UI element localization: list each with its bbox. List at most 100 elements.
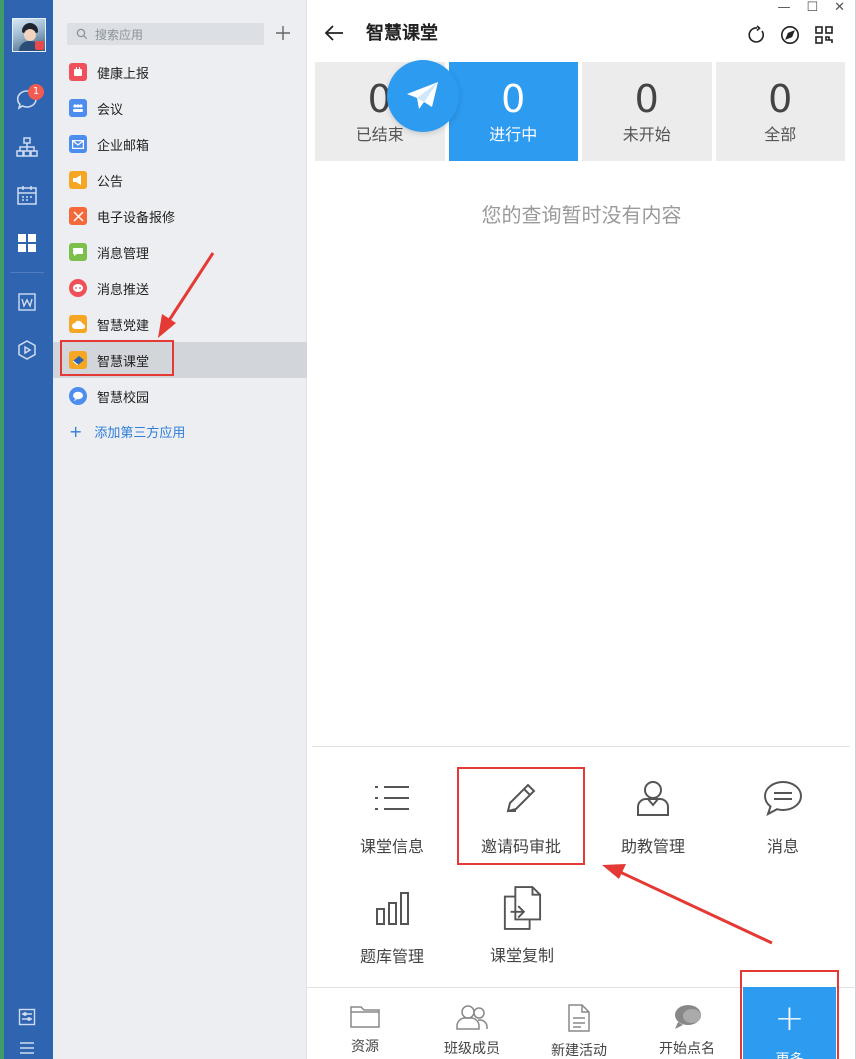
megaphone-icon [69, 171, 87, 189]
apps-grid-icon[interactable] [15, 231, 39, 255]
tab-new-activity[interactable]: 新建活动 [524, 988, 634, 1059]
assistant-management-button[interactable]: 助教管理 [588, 778, 718, 868]
person-icon [633, 778, 673, 818]
mail-icon [69, 135, 87, 153]
calendar-icon[interactable] [15, 183, 39, 207]
cloud-icon [69, 315, 87, 333]
classroom-copy-button[interactable]: 课堂复制 [457, 884, 587, 974]
maximize-icon[interactable]: ☐ [806, 0, 818, 15]
document-icon [568, 1004, 590, 1032]
in-progress-count: 0 [501, 76, 526, 121]
refresh-icon[interactable] [745, 24, 767, 46]
bubbles-icon [675, 1005, 701, 1029]
tab-label: 开始点名 [659, 1041, 715, 1057]
highlight-box-more [740, 970, 839, 1059]
function-label: 题库管理 [359, 947, 424, 966]
tab-all[interactable]: 0 全部 [715, 62, 845, 161]
chat-bubble-icon [763, 778, 803, 818]
all-label: 全部 [764, 124, 797, 144]
push-icon [69, 279, 87, 297]
list-icon [372, 778, 412, 818]
tab-label: 资源 [351, 1039, 379, 1055]
campus-icon [69, 387, 87, 405]
w-doc-icon[interactable] [15, 290, 39, 314]
header-actions [745, 24, 835, 46]
app-item-smart-campus[interactable]: 智慧校园 [53, 378, 307, 414]
message-icon [69, 243, 87, 261]
paper-plane-icon [407, 82, 438, 109]
highlight-box-smart-classroom [60, 340, 174, 376]
app-label: 公告 [97, 174, 124, 190]
close-icon[interactable]: ✕ [834, 0, 845, 15]
app-label: 电子设备报修 [97, 210, 176, 226]
search-input[interactable]: 搜索应用 [67, 23, 264, 45]
nav-rail: 1 [0, 0, 53, 1059]
plus-icon: + [69, 422, 83, 441]
function-label: 课堂复制 [489, 946, 554, 965]
app-item-device-repair[interactable]: 电子设备报修 [53, 198, 307, 234]
question-bank-button[interactable]: 题库管理 [327, 888, 457, 978]
health-report-icon [69, 63, 87, 81]
paper-plane-button[interactable] [387, 60, 459, 132]
app-item-meeting[interactable]: 会议 [53, 90, 307, 126]
copy-document-icon [502, 884, 542, 932]
cube-icon[interactable] [15, 338, 39, 362]
app-label: 消息管理 [97, 246, 150, 262]
empty-state-text: 您的查询暂时没有内容 [481, 203, 682, 227]
app-item-message-management[interactable]: 消息管理 [53, 234, 307, 270]
app-label: 健康上报 [97, 66, 150, 82]
menu-icon[interactable] [15, 1036, 39, 1059]
not-started-count: 0 [634, 76, 659, 121]
tab-in-progress[interactable]: 0 进行中 [448, 62, 578, 161]
tab-resources[interactable]: 资源 [310, 988, 420, 1059]
org-chart-icon[interactable] [15, 135, 39, 159]
section-divider [312, 746, 850, 747]
all-count: 0 [768, 76, 793, 121]
add-third-party-label: 添加第三方应用 [94, 426, 186, 441]
message-button[interactable]: 消息 [718, 778, 848, 868]
app-list-panel: 搜索应用 健康上报 会议 企业邮箱 公告 电子设备报修 消息管理 消息推送 智慧… [53, 0, 307, 1059]
tab-not-started[interactable]: 0 未开始 [582, 62, 712, 161]
add-third-party-app-link[interactable]: + 添加第三方应用 [69, 422, 185, 441]
tools-icon [69, 207, 87, 225]
search-placeholder: 搜索应用 [95, 27, 144, 42]
tab-label: 新建活动 [551, 1043, 607, 1059]
main-window: — ☐ ✕ 智慧课堂 0 已结束 0 进行中 0 未开始 0 全部 您的查询暂时… [307, 0, 856, 1059]
in-progress-label: 进行中 [489, 124, 538, 144]
app-item-smart-party[interactable]: 智慧党建 [53, 306, 307, 342]
app-label: 消息推送 [97, 282, 150, 298]
classroom-info-button[interactable]: 课堂信息 [327, 778, 457, 868]
not-started-label: 未开始 [622, 124, 671, 144]
search-icon [76, 28, 88, 40]
app-label: 企业邮箱 [97, 138, 150, 154]
bar-chart-icon [372, 888, 412, 928]
function-label: 课堂信息 [359, 837, 424, 856]
folder-icon [350, 1006, 380, 1028]
minimize-icon[interactable]: — [777, 0, 790, 15]
back-arrow-icon[interactable] [323, 22, 345, 44]
compass-icon[interactable] [779, 24, 801, 46]
tab-start-roll-call[interactable]: 开始点名 [632, 988, 742, 1059]
app-item-enterprise-mail[interactable]: 企业邮箱 [53, 126, 307, 162]
qrcode-icon[interactable] [813, 24, 835, 46]
add-app-button[interactable] [272, 21, 294, 45]
app-item-health-report[interactable]: 健康上报 [53, 54, 307, 90]
tab-label: 班级成员 [444, 1041, 500, 1057]
app-label: 智慧党建 [97, 318, 150, 334]
app-item-message-push[interactable]: 消息推送 [53, 270, 307, 306]
highlight-box-invite-code [457, 767, 585, 865]
function-label: 助教管理 [620, 837, 685, 856]
meeting-icon [69, 99, 87, 117]
window-controls: — ☐ ✕ [777, 0, 845, 15]
members-icon [456, 1005, 488, 1030]
app-item-announcement[interactable]: 公告 [53, 162, 307, 198]
settings-sliders-icon[interactable] [15, 1005, 39, 1029]
tab-class-members[interactable]: 班级成员 [417, 988, 527, 1059]
function-label: 消息 [766, 837, 799, 856]
avatar[interactable] [12, 18, 46, 52]
unread-badge: 1 [28, 84, 44, 100]
finished-label: 已结束 [355, 124, 404, 144]
app-label: 智慧校园 [97, 390, 150, 406]
rail-edge [0, 0, 4, 1059]
rail-divider [10, 272, 44, 273]
